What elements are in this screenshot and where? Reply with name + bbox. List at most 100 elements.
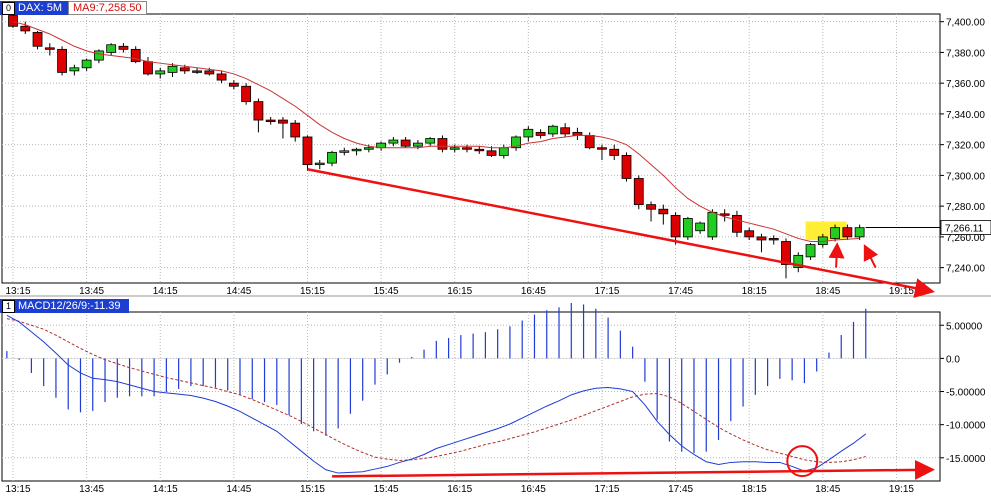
- price-time-label: 15:15: [300, 286, 325, 297]
- chart-window: 7,400.00 7,380.00 7,360.00 7,340.00 7,320.00…: [0, 0, 991, 495]
- ma-label: MA9:7,258.50: [68, 1, 147, 15]
- macd-pane-header[interactable]: 1 MACD12/26/9:-11.39: [0, 299, 129, 313]
- price-time-label: 14:15: [153, 286, 178, 297]
- candle-up: [707, 211, 718, 238]
- candle-down: [253, 101, 264, 121]
- chart-canvas: 7,400.00 7,380.00 7,360.00 7,340.00 7,320.00…: [0, 12, 991, 495]
- price-time-label: 15:45: [374, 286, 399, 297]
- candle-down: [462, 147, 472, 150]
- macd-time-label: 14:15: [153, 484, 178, 494]
- price-time-label: 17:15: [594, 286, 619, 297]
- price-tick-label: 7,320.00: [946, 141, 985, 152]
- macd-time-label: 13:15: [5, 484, 30, 494]
- price-time-label: 18:15: [742, 286, 767, 297]
- candle-down: [57, 48, 67, 73]
- candle-down: [204, 70, 215, 75]
- candle-down: [265, 119, 276, 123]
- candle-down: [768, 238, 779, 241]
- candle-up: [425, 138, 436, 144]
- candle-down: [32, 32, 43, 47]
- macd-tick-label: 0.0: [946, 354, 960, 365]
- candle-up: [327, 151, 337, 164]
- macd-time-label: 15:15: [300, 484, 325, 494]
- candle-down: [290, 122, 301, 138]
- candle-down: [732, 214, 742, 233]
- candle-up: [523, 128, 534, 138]
- price-tick-label: 7,400.00: [946, 18, 985, 29]
- price-pane-header[interactable]: 0 DAX: 5M MA9:7,258.50: [0, 1, 147, 15]
- candle-down: [560, 127, 571, 135]
- price-time-label: 16:15: [447, 286, 472, 297]
- macd-time-label: 18:45: [815, 484, 840, 494]
- symbol-label: DAX: 5M: [18, 2, 63, 14]
- candle-down: [621, 155, 632, 179]
- macd-label: MACD12/26/9:-11.39: [18, 300, 121, 312]
- macd-time-label: 17:45: [668, 484, 693, 494]
- candle-down: [584, 135, 595, 149]
- candle-up: [351, 148, 362, 152]
- entry-arrow-up: [828, 242, 845, 268]
- candle-down: [241, 85, 252, 103]
- candle-down: [143, 61, 153, 75]
- candle-down: [278, 119, 288, 124]
- price-tick-label: 7,340.00: [946, 110, 985, 121]
- price-time-label: 14:45: [226, 286, 251, 297]
- candle-down: [216, 73, 227, 81]
- candle-down: [44, 47, 55, 50]
- price-time-label: 17:45: [668, 286, 693, 297]
- macd-time-label: 16:45: [521, 484, 546, 494]
- candle-down: [633, 178, 644, 206]
- macd-time-label: 17:15: [594, 484, 619, 494]
- candle-down: [437, 138, 448, 150]
- candle-up: [830, 227, 840, 239]
- candle-up: [167, 65, 178, 73]
- candle-up: [682, 218, 693, 238]
- candle-up: [854, 227, 865, 238]
- macd-time-label: 13:45: [79, 484, 104, 494]
- macd-time-label: 16:15: [447, 484, 472, 494]
- price-tick-label: 7,360.00: [946, 79, 985, 90]
- price-time-label: 16:45: [521, 286, 546, 297]
- price-time-label: 18:45: [815, 286, 840, 297]
- candle-up: [363, 147, 374, 150]
- macd-time-label: 15:45: [374, 484, 399, 494]
- pane-index-badge: 0: [2, 1, 15, 15]
- macd-tick-label: 5.00000: [946, 321, 983, 332]
- candle-down: [597, 147, 607, 150]
- candle-down: [474, 148, 485, 152]
- candle-down: [646, 204, 656, 210]
- pane-index-badge: 1: [2, 299, 15, 313]
- candle-down: [118, 45, 129, 50]
- candle-up: [805, 244, 816, 258]
- candle-up: [695, 222, 706, 232]
- candle-up: [547, 125, 558, 135]
- candle-down: [228, 82, 239, 87]
- candle-down: [842, 227, 853, 238]
- price-tick-label: 7,240.00: [946, 264, 985, 275]
- price-time-label: 13:45: [79, 286, 104, 297]
- candle-up: [498, 147, 509, 156]
- candle-down: [719, 213, 730, 216]
- candle-down: [8, 15, 18, 27]
- price-tick-label: 7,280.00: [946, 202, 985, 213]
- candle-up: [155, 70, 166, 75]
- candle-up: [449, 147, 460, 150]
- candle-down: [179, 67, 190, 72]
- candle-down: [670, 214, 681, 238]
- candle-down: [486, 150, 497, 156]
- candle-down: [302, 136, 313, 166]
- candle-up: [314, 162, 325, 166]
- candle-up: [339, 150, 350, 153]
- price-tick-label: 7,300.00: [946, 171, 985, 182]
- candle-up: [81, 59, 92, 69]
- macd-plot-area: [1, 311, 941, 482]
- last-price-label: 7,266.11: [945, 223, 984, 234]
- macd-tick-label: -15.0000: [946, 454, 986, 465]
- price-time-label: 13:15: [5, 286, 30, 297]
- candle-down: [400, 139, 411, 147]
- candle-down: [658, 208, 669, 215]
- candle-down: [609, 148, 620, 156]
- macd-tick-label: -5.00000: [946, 388, 986, 399]
- candle-up: [106, 44, 117, 53]
- macd-time-label: 14:45: [226, 484, 251, 494]
